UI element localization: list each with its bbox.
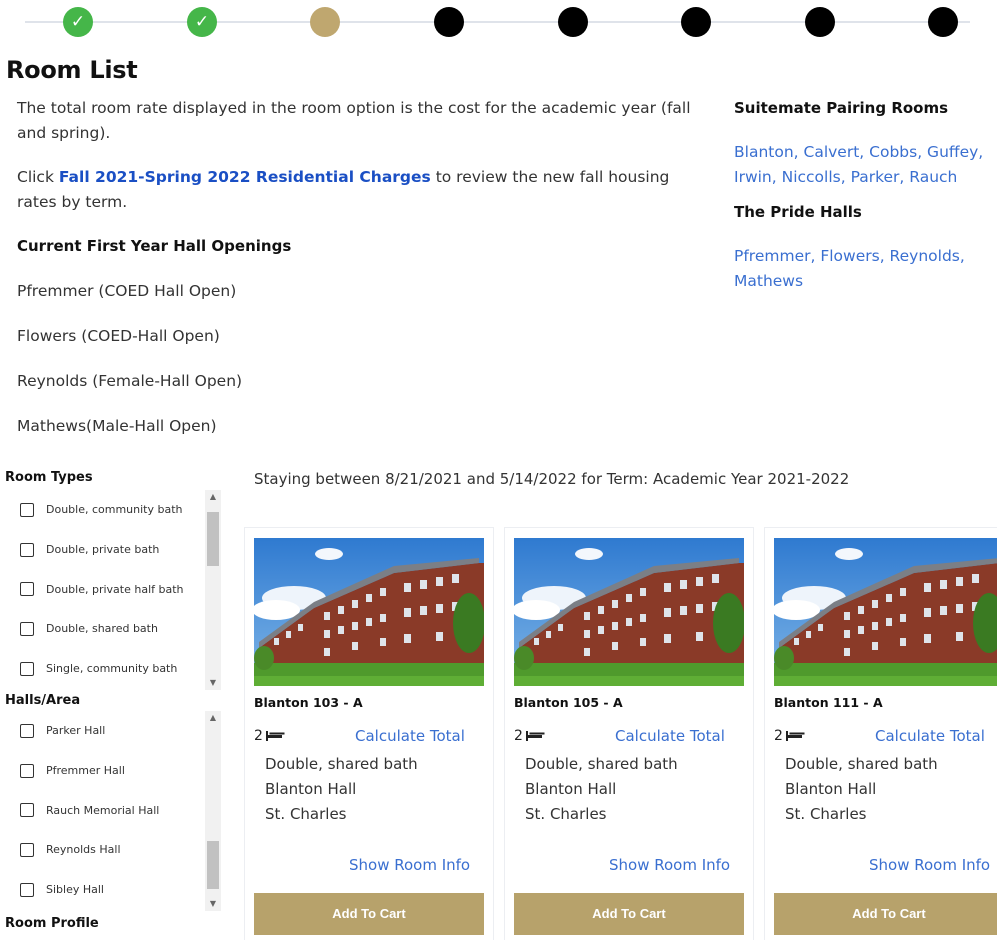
room-details: Double, shared bath Blanton Hall St. Cha…: [525, 755, 678, 823]
scroll-thumb[interactable]: [207, 841, 219, 889]
step-8: [928, 7, 958, 37]
charges-text: Click Fall 2021-Spring 2022 Residential …: [17, 168, 670, 211]
add-to-cart-button[interactable]: Add To Cart: [254, 893, 484, 935]
bed-count: 2: [774, 728, 802, 744]
checkbox[interactable]: [20, 661, 34, 676]
room-details: Double, shared bath Blanton Hall St. Cha…: [785, 755, 938, 823]
halls-scrollbar[interactable]: ▲ ▼: [205, 711, 221, 911]
checkbox[interactable]: [20, 502, 34, 517]
hall-opening: Flowers (COED-Hall Open): [17, 327, 220, 345]
halls-list: Parker Hall Pfremmer Hall Rauch Memorial…: [5, 711, 223, 911]
filter-option[interactable]: Reynolds Hall: [5, 830, 223, 870]
step-1-complete: ✓: [63, 7, 93, 37]
show-room-info-link[interactable]: Show Room Info: [349, 856, 470, 874]
step-3-current: [310, 7, 340, 37]
checkmark-icon: ✓: [70, 12, 86, 32]
suitemate-heading: Suitemate Pairing Rooms: [734, 99, 949, 117]
room-name: Blanton 103 - A: [254, 695, 363, 710]
step-5: [558, 7, 588, 37]
bed-icon: [525, 731, 542, 741]
step-4: [434, 7, 464, 37]
bed-count: 2: [514, 728, 542, 744]
room-card: Blanton 105 - A 2 Calculate Total Double…: [504, 527, 754, 940]
filter-option[interactable]: Single, community bath: [5, 649, 223, 689]
checkbox[interactable]: [20, 582, 34, 597]
calculate-total-link[interactable]: Calculate Total: [875, 727, 985, 745]
room-photo: [514, 538, 744, 686]
hall-opening: Mathews(Male-Hall Open): [17, 417, 217, 435]
room-name: Blanton 105 - A: [514, 695, 623, 710]
filter-option[interactable]: Double, shared bath: [5, 609, 223, 649]
checkbox[interactable]: [20, 882, 34, 897]
scroll-thumb[interactable]: [207, 512, 219, 566]
suitemate-links[interactable]: Blanton, Calvert, Cobbs, Guffey, Irwin, …: [734, 140, 994, 190]
room-types-heading: Room Types: [5, 470, 93, 485]
filter-option[interactable]: Parker Hall: [5, 711, 223, 751]
page-title: Room List: [6, 56, 138, 84]
hall-opening: Reynolds (Female-Hall Open): [17, 372, 243, 390]
pride-heading: The Pride Halls: [734, 203, 862, 221]
room-photo: [774, 538, 997, 686]
filter-option[interactable]: Double, private half bath: [5, 569, 223, 609]
show-room-info-link[interactable]: Show Room Info: [869, 856, 990, 874]
add-to-cart-button[interactable]: Add To Cart: [774, 893, 997, 935]
intro-text: The total room rate displayed in the roo…: [17, 96, 707, 439]
side-panel: Suitemate Pairing Rooms Blanton, Calvert…: [734, 96, 994, 294]
rate-text: The total room rate displayed in the roo…: [17, 99, 691, 142]
show-room-info-link[interactable]: Show Room Info: [609, 856, 730, 874]
hall-opening: Pfremmer (COED Hall Open): [17, 282, 237, 300]
filter-option[interactable]: Rauch Memorial Hall: [5, 790, 223, 830]
openings-heading: Current First Year Hall Openings: [17, 237, 292, 255]
checkmark-icon: ✓: [194, 12, 210, 32]
step-2-complete: ✓: [187, 7, 217, 37]
bed-count: 2: [254, 728, 282, 744]
room-profile-heading: Room Profile: [5, 916, 99, 931]
checkbox[interactable]: [20, 842, 34, 857]
pride-links[interactable]: Pfremmer, Flowers, Reynolds, Mathews: [734, 244, 994, 294]
calculate-total-link[interactable]: Calculate Total: [615, 727, 725, 745]
filter-option[interactable]: Sibley Hall: [5, 870, 223, 910]
bed-icon: [785, 731, 802, 741]
room-card: Blanton 103 - A 2 Calculate Total Double…: [244, 527, 494, 940]
filter-option[interactable]: Pfremmer Hall: [5, 751, 223, 791]
progress-stepper: ✓ ✓: [25, 5, 970, 39]
bed-icon: [265, 731, 282, 741]
room-name: Blanton 111 - A: [774, 695, 883, 710]
room-types-list: Double, community bath Double, private b…: [5, 490, 223, 690]
staying-dates: Staying between 8/21/2021 and 5/14/2022 …: [254, 470, 850, 488]
calculate-total-link[interactable]: Calculate Total: [355, 727, 465, 745]
filter-option[interactable]: Double, private bath: [5, 530, 223, 570]
checkbox[interactable]: [20, 723, 34, 738]
room-photo: [254, 538, 484, 686]
residential-charges-link[interactable]: Fall 2021-Spring 2022 Residential Charge…: [59, 168, 431, 186]
add-to-cart-button[interactable]: Add To Cart: [514, 893, 744, 935]
room-card: Blanton 111 - A 2 Calculate Total Double…: [764, 527, 997, 940]
scroll-down-icon[interactable]: ▼: [205, 897, 221, 911]
room-details: Double, shared bath Blanton Hall St. Cha…: [265, 755, 418, 823]
checkbox[interactable]: [20, 763, 34, 778]
scroll-up-icon[interactable]: ▲: [205, 711, 221, 725]
room-types-scrollbar[interactable]: ▲ ▼: [205, 490, 221, 690]
checkbox[interactable]: [20, 542, 34, 557]
filter-option[interactable]: Double, community bath: [5, 490, 223, 530]
checkbox[interactable]: [20, 803, 34, 818]
checkbox[interactable]: [20, 621, 34, 636]
step-6: [681, 7, 711, 37]
scroll-down-icon[interactable]: ▼: [205, 676, 221, 690]
scroll-up-icon[interactable]: ▲: [205, 490, 221, 504]
step-7: [805, 7, 835, 37]
halls-heading: Halls/Area: [5, 693, 81, 708]
